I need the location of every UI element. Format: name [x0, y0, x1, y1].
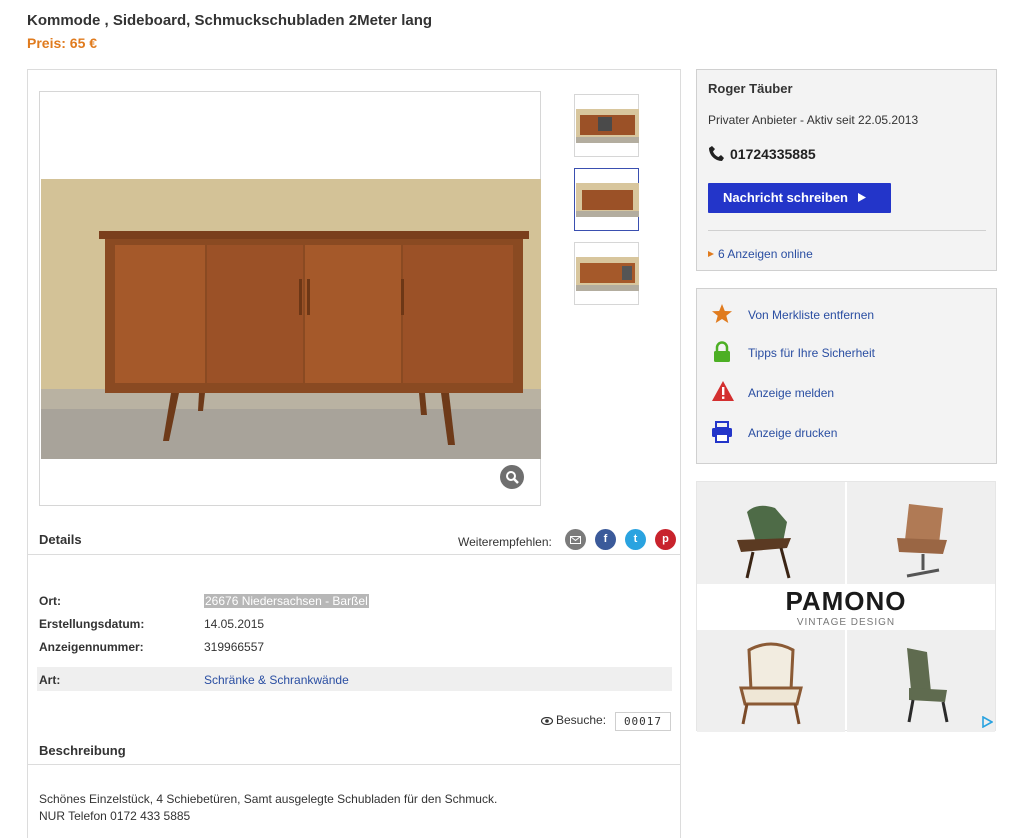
advertisement-banner[interactable]: PAMONO VINTAGE DESIGN — [696, 481, 996, 732]
warning-icon — [712, 381, 734, 401]
seller-phone[interactable]: 01724335885 — [730, 146, 816, 162]
triangle-bullet-icon — [708, 251, 714, 257]
thumbnail-2[interactable] — [574, 168, 639, 231]
print-ad-link[interactable]: Anzeige drucken — [748, 426, 837, 440]
ad-brand: PAMONO — [785, 586, 907, 616]
visits-label: Besuche: — [556, 713, 607, 727]
description-text: Schönes Einzelstück, 4 Schiebetüren, Sam… — [39, 791, 497, 825]
actions-box: Von Merkliste entfernen Tipps für Ihre S… — [696, 288, 997, 464]
safety-tips-link[interactable]: Tipps für Ihre Sicherheit — [748, 346, 875, 360]
twitter-icon[interactable]: t — [625, 529, 646, 550]
category-row — [37, 667, 672, 691]
category-link[interactable]: Schränke & Schrankwände — [204, 673, 349, 687]
play-arrow-icon — [857, 193, 866, 202]
location-label: Ort: — [39, 594, 61, 608]
remove-from-watchlist-link[interactable]: Von Merkliste entfernen — [748, 308, 874, 322]
listing-main-panel: Details Weiterempfehlen: f t p Ort: 2667… — [27, 69, 681, 838]
eye-icon — [541, 717, 553, 725]
category-label: Art: — [39, 673, 61, 687]
image-gallery[interactable] — [39, 91, 541, 506]
star-icon[interactable] — [711, 303, 733, 325]
created-date-label: Erstellungsdatum: — [39, 617, 145, 631]
ad-number-label: Anzeigennummer: — [39, 640, 144, 654]
facebook-icon[interactable]: f — [595, 529, 616, 550]
write-message-button[interactable]: Nachricht schreiben — [708, 183, 891, 213]
ad-brand-band: PAMONO VINTAGE DESIGN — [697, 586, 995, 628]
ad-chair-image-3 — [697, 630, 845, 732]
details-heading: Details — [39, 532, 82, 547]
zoom-icon[interactable] — [500, 465, 524, 489]
adchoices-icon[interactable] — [982, 716, 993, 728]
printer-icon — [712, 421, 732, 443]
pinterest-icon[interactable]: p — [655, 529, 676, 550]
seller-info: Privater Anbieter - Aktiv seit 22.05.201… — [708, 113, 919, 127]
ads-online-link[interactable]: 6 Anzeigen online — [718, 247, 813, 261]
email-icon[interactable] — [565, 529, 586, 550]
listing-title: Kommode , Sideboard, Schmuckschubladen 2… — [27, 12, 433, 29]
listing-price: Preis: 65 € — [27, 35, 98, 51]
write-message-label: Nachricht schreiben — [723, 190, 848, 205]
description-line-1: Schönes Einzelstück, 4 Schiebetüren, Sam… — [39, 792, 498, 806]
ad-tagline: VINTAGE DESIGN — [796, 617, 896, 628]
created-date-value: 14.05.2015 — [204, 617, 265, 631]
seller-name: Roger Täuber — [708, 81, 793, 96]
ad-number-value: 319966557 — [204, 640, 265, 654]
ad-chair-image-4 — [847, 630, 995, 732]
visits-counter: 00017 — [615, 712, 671, 731]
location-value: 26676 Niedersachsen - Barßel — [204, 594, 369, 608]
ad-chair-image-2 — [847, 482, 995, 584]
seller-divider — [708, 230, 986, 231]
share-label: Weiterempfehlen: — [458, 535, 552, 549]
description-line-2: NUR Telefon 0172 433 5885 — [39, 809, 191, 823]
main-product-photo[interactable] — [41, 179, 541, 459]
ad-chair-image-1 — [697, 482, 845, 584]
description-heading: Beschreibung — [39, 743, 126, 758]
phone-icon — [709, 146, 724, 161]
seller-box: Roger Täuber Privater Anbieter - Aktiv s… — [696, 69, 997, 271]
lock-icon — [714, 341, 730, 362]
thumbnail-1[interactable] — [574, 94, 639, 157]
thumbnail-3[interactable] — [574, 242, 639, 305]
report-ad-link[interactable]: Anzeige melden — [748, 386, 834, 400]
